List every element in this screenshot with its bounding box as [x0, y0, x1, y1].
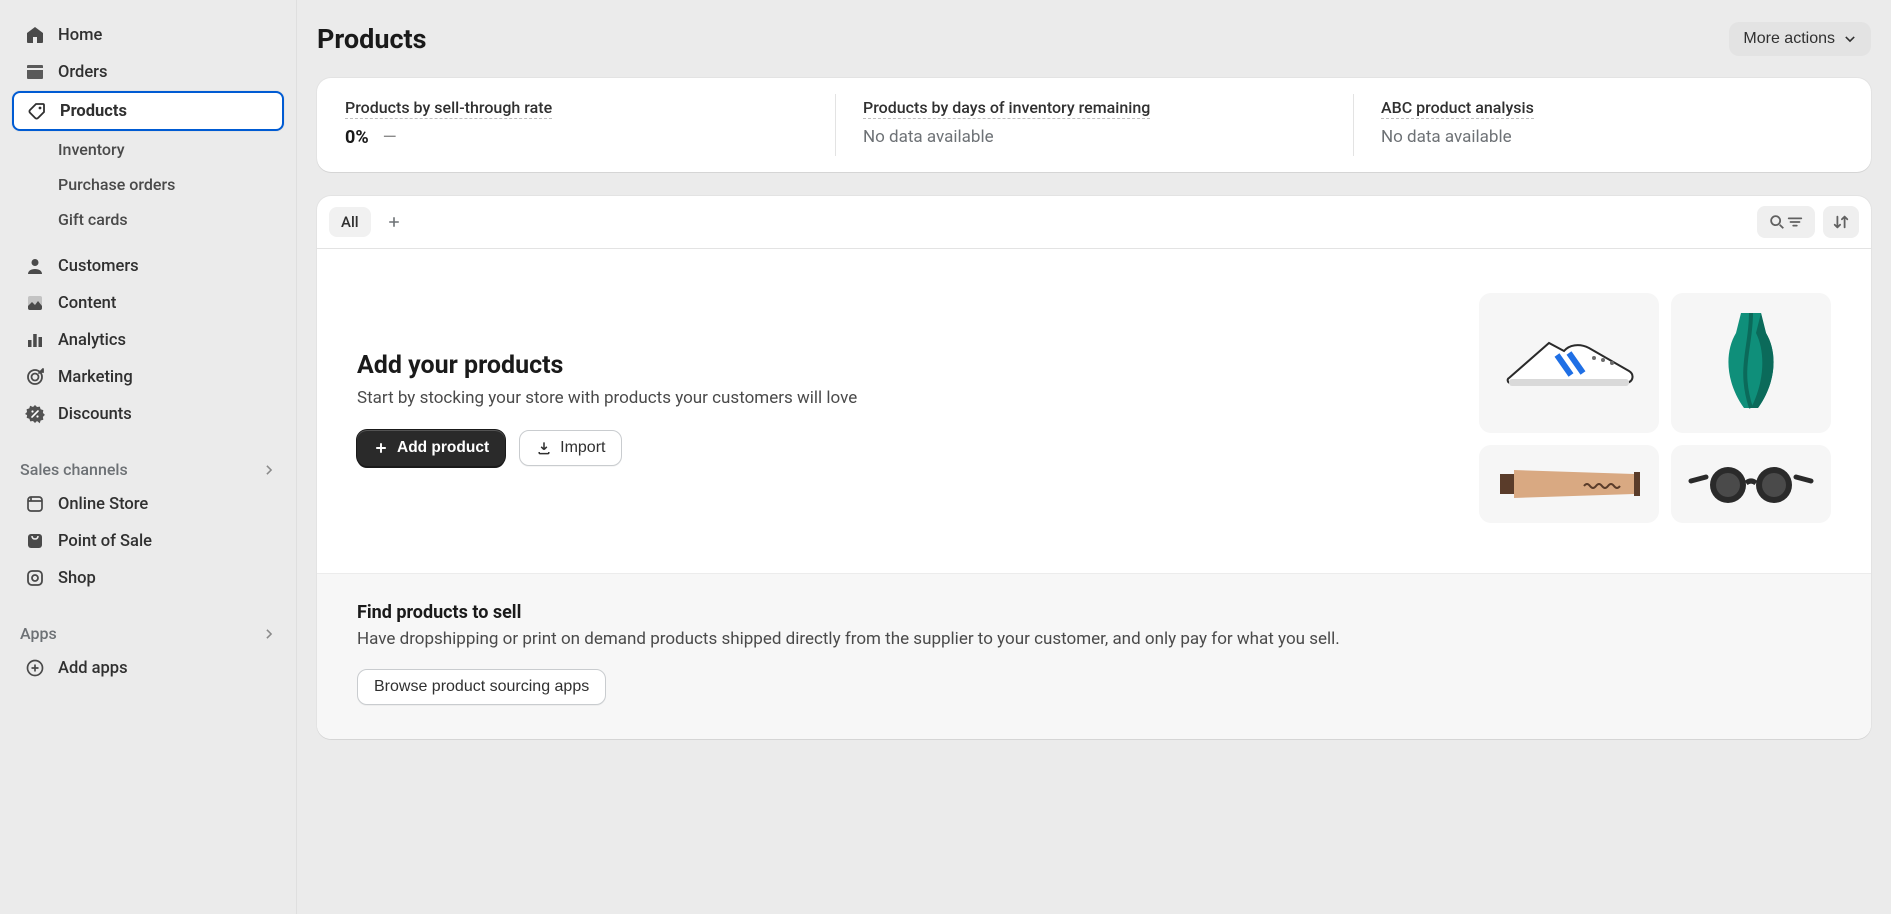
- stat-nodata: No data available: [1381, 127, 1843, 147]
- illustration-sneaker: [1479, 293, 1659, 433]
- section-title: Sales channels: [20, 460, 128, 479]
- customers-icon: [24, 255, 46, 277]
- products-list-card: All: [317, 196, 1871, 739]
- stat-days-inventory[interactable]: Products by days of inventory remaining …: [835, 78, 1353, 172]
- stat-label: Products by sell-through rate: [345, 98, 552, 119]
- sidebar-item-online-store[interactable]: Online Store: [12, 486, 284, 522]
- more-actions-button[interactable]: More actions: [1729, 22, 1871, 56]
- marketing-icon: [24, 366, 46, 388]
- sidebar-item-label: Orders: [58, 63, 108, 82]
- sidebar-item-marketing[interactable]: Marketing: [12, 359, 284, 395]
- illustration-vase: [1671, 293, 1831, 433]
- sidebar-item-customers[interactable]: Customers: [12, 248, 284, 284]
- sidebar-item-label: Content: [58, 294, 116, 313]
- button-label: Import: [560, 439, 605, 457]
- main-content: Products More actions Products by sell-t…: [297, 0, 1891, 914]
- browse-sourcing-apps-button[interactable]: Browse product sourcing apps: [357, 669, 606, 705]
- page-title: Products: [317, 23, 427, 55]
- add-product-button[interactable]: Add product: [357, 430, 505, 466]
- orders-icon: [24, 61, 46, 83]
- empty-state: Add your products Start by stocking your…: [317, 249, 1871, 573]
- import-icon: [536, 440, 552, 456]
- dash-icon: —: [383, 127, 397, 148]
- sidebar-section-sales-channels[interactable]: Sales channels: [8, 452, 288, 485]
- sidebar-item-purchase-orders[interactable]: Purchase orders: [12, 168, 284, 201]
- stat-label: ABC product analysis: [1381, 98, 1534, 119]
- stat-abc-analysis[interactable]: ABC product analysis No data available: [1353, 78, 1871, 172]
- sidebar-item-label: Purchase orders: [58, 175, 175, 194]
- online-store-icon: [24, 493, 46, 515]
- empty-state-heading: Add your products: [357, 351, 857, 380]
- sidebar-item-analytics[interactable]: Analytics: [12, 322, 284, 358]
- chevron-right-icon: [262, 463, 276, 477]
- sidebar-section-apps[interactable]: Apps: [8, 616, 288, 649]
- sort-icon: [1832, 213, 1850, 231]
- sidebar-item-label: Customers: [58, 257, 139, 276]
- empty-state-actions: Add product Import: [357, 430, 857, 466]
- sort-button[interactable]: [1823, 206, 1859, 238]
- sidebar-item-label: Add apps: [58, 659, 128, 678]
- tab-add-button[interactable]: [379, 207, 409, 237]
- section-title: Apps: [20, 624, 57, 643]
- sidebar-item-label: Home: [58, 26, 102, 45]
- empty-state-subheading: Start by stocking your store with produc…: [357, 388, 857, 408]
- tabs-right: [1757, 206, 1859, 238]
- sidebar: Home Orders Products Inventory Purchase …: [0, 0, 297, 914]
- content-icon: [24, 292, 46, 314]
- find-heading: Find products to sell: [357, 602, 1831, 623]
- search-icon: [1768, 213, 1786, 231]
- sidebar-item-label: Marketing: [58, 368, 133, 387]
- empty-state-text: Add your products Start by stocking your…: [357, 351, 857, 466]
- stat-nodata: No data available: [863, 127, 1325, 147]
- sidebar-item-inventory[interactable]: Inventory: [12, 133, 284, 166]
- sidebar-item-label: Inventory: [58, 140, 125, 159]
- stat-label: Products by days of inventory remaining: [863, 98, 1150, 119]
- sidebar-item-gift-cards[interactable]: Gift cards: [12, 203, 284, 236]
- empty-state-illustrations: [1479, 293, 1831, 523]
- shop-icon: [24, 567, 46, 589]
- discounts-icon: [24, 403, 46, 425]
- stat-value-text: 0%: [345, 127, 369, 148]
- button-label: More actions: [1743, 30, 1835, 48]
- illustration-tube: [1479, 445, 1659, 523]
- sidebar-item-label: Products: [60, 102, 127, 121]
- find-products-section: Find products to sell Have dropshipping …: [317, 573, 1871, 739]
- sidebar-item-home[interactable]: Home: [12, 17, 284, 53]
- products-icon: [26, 100, 48, 122]
- stat-sell-through[interactable]: Products by sell-through rate 0% —: [317, 78, 835, 172]
- plus-circle-icon: [24, 657, 46, 679]
- chevron-down-icon: [1843, 32, 1857, 46]
- sidebar-item-label: Discounts: [58, 405, 132, 424]
- sidebar-item-label: Online Store: [58, 495, 148, 514]
- page-header: Products More actions: [317, 22, 1871, 56]
- sidebar-item-label: Analytics: [58, 331, 126, 350]
- chevron-right-icon: [262, 627, 276, 641]
- button-label: Add product: [397, 439, 489, 457]
- stat-value: 0% —: [345, 127, 807, 148]
- home-icon: [24, 24, 46, 46]
- sidebar-item-label: Shop: [58, 569, 96, 588]
- tabs-left: All: [329, 207, 409, 237]
- filter-icon: [1786, 213, 1804, 231]
- sidebar-item-products[interactable]: Products: [12, 91, 284, 131]
- button-label: Browse product sourcing apps: [374, 678, 589, 696]
- sidebar-item-label: Gift cards: [58, 210, 128, 229]
- sidebar-item-label: Point of Sale: [58, 532, 152, 551]
- sidebar-item-point-of-sale[interactable]: Point of Sale: [12, 523, 284, 559]
- import-button[interactable]: Import: [519, 430, 622, 466]
- plus-icon: [373, 440, 389, 456]
- analytics-icon: [24, 329, 46, 351]
- sidebar-item-orders[interactable]: Orders: [12, 54, 284, 90]
- sidebar-item-shop[interactable]: Shop: [12, 560, 284, 596]
- pos-icon: [24, 530, 46, 552]
- sidebar-item-add-apps[interactable]: Add apps: [12, 650, 284, 686]
- sidebar-item-discounts[interactable]: Discounts: [12, 396, 284, 432]
- find-body: Have dropshipping or print on demand pro…: [357, 629, 1831, 649]
- search-filter-button[interactable]: [1757, 206, 1815, 238]
- tabs-row: All: [317, 196, 1871, 249]
- tab-all[interactable]: All: [329, 207, 371, 237]
- illustration-sunglasses: [1671, 445, 1831, 523]
- sidebar-item-content[interactable]: Content: [12, 285, 284, 321]
- stats-card: Products by sell-through rate 0% — Produ…: [317, 78, 1871, 172]
